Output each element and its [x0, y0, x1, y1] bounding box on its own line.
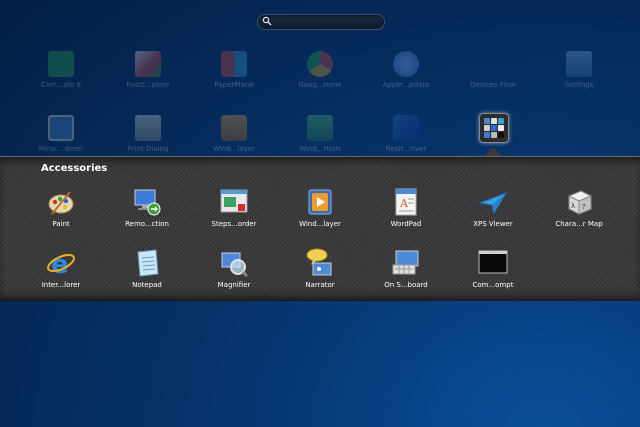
app-label: Wind...layer: [299, 220, 341, 228]
app-label: WordPad: [390, 220, 422, 228]
narrator-icon: [305, 248, 335, 278]
wordpad-icon: A: [391, 187, 421, 217]
bg-app-paperplane[interactable]: PaperPlane: [194, 51, 274, 89]
character-map-icon: λ ?: [564, 187, 594, 217]
folder-title: Accessories: [41, 163, 108, 174]
folder-mini-icon: [484, 132, 490, 138]
paperplane-icon: [221, 51, 247, 77]
app-label: Steps...order: [211, 220, 257, 228]
paint-icon: [46, 187, 76, 217]
app-internet-explorer[interactable]: e Inter...lorer: [16, 248, 106, 289]
realtek-icon: [393, 115, 419, 141]
app-label: On S...board: [384, 281, 428, 289]
bg-app-miracast[interactable]: Mirac...derer: [21, 115, 101, 153]
devices-flow-icon: [480, 51, 506, 77]
app-wordpad[interactable]: A WordPad: [361, 187, 451, 228]
bg-app-camtasia[interactable]: Cam...dio 8: [21, 51, 101, 89]
media-player-icon: [221, 115, 247, 141]
app-narrator[interactable]: Narrator: [275, 248, 365, 289]
internet-explorer-icon: e: [46, 248, 76, 280]
accessories-folder-icon[interactable]: [479, 113, 509, 143]
svg-text:A: A: [399, 197, 409, 210]
folder-mini-icon: [484, 118, 490, 124]
folder-mini-icon: [498, 132, 504, 138]
app-label: Paint: [52, 220, 70, 228]
miracast-icon: [48, 115, 74, 141]
bg-app-faststone[interactable]: FastS...plore: [108, 51, 188, 89]
background-app-grid: Cam...dio 8 FastS...plore PaperPlane Goo…: [0, 0, 640, 155]
bg-app-devices-flow[interactable]: Devices Flow: [453, 51, 533, 89]
apple-update-icon: [393, 51, 419, 77]
on-screen-keyboard-icon: [391, 248, 421, 278]
folder-mini-icon: [484, 125, 490, 131]
app-label: Magnifier: [217, 281, 251, 289]
app-magnifier[interactable]: Magnifier: [189, 248, 279, 289]
bg-app-apple-update[interactable]: Apple...pdate: [366, 51, 446, 89]
essentials-icon: [307, 115, 333, 141]
bg-app-realtek[interactable]: Realt...river: [366, 115, 446, 153]
svg-text:λ: λ: [571, 202, 575, 210]
folder-mini-icon: [491, 125, 497, 131]
app-label: Notepad: [132, 281, 162, 289]
folder-mini-icon: [491, 118, 497, 124]
app-notepad[interactable]: Notepad: [102, 248, 192, 289]
folder-mini-icon: [498, 118, 504, 124]
bg-app-settings[interactable]: Settings: [539, 51, 619, 89]
app-label: Inter...lorer: [41, 281, 81, 289]
app-on-screen-keyboard[interactable]: On S...board: [361, 248, 451, 289]
printer-icon: [135, 115, 161, 141]
bg-app-essentials[interactable]: Wind...rtials: [280, 115, 360, 153]
command-prompt-icon: [478, 248, 508, 278]
notepad-icon: [132, 248, 162, 278]
bg-app-print-dialog[interactable]: Print Dialog: [108, 115, 188, 153]
settings-icon: [566, 51, 592, 77]
remote-desktop-icon: [132, 187, 162, 217]
app-remote-desktop[interactable]: Remo...ction: [102, 187, 192, 228]
app-character-map[interactable]: λ ? Chara...r Map: [534, 187, 624, 228]
media-player-icon: [305, 187, 335, 217]
bg-app-media-player[interactable]: Wind...layer: [194, 115, 274, 153]
magnifier-icon: [219, 248, 249, 278]
app-label: Com...ompt: [472, 281, 514, 289]
app-label: XPS Viewer: [473, 220, 513, 228]
app-label: Narrator: [305, 281, 335, 289]
app-paint[interactable]: Paint: [16, 187, 106, 228]
app-command-prompt[interactable]: Com...ompt: [448, 248, 538, 289]
app-label: Chara...r Map: [555, 220, 603, 228]
app-label: Remo...ction: [125, 220, 169, 228]
app-xps-viewer[interactable]: XPS Viewer: [448, 187, 538, 228]
chrome-icon: [307, 51, 333, 77]
app-steps-recorder[interactable]: Steps...order: [189, 187, 279, 228]
bg-app-chrome[interactable]: Goog...rome: [280, 51, 360, 89]
camtasia-icon: [48, 51, 74, 77]
folder-mini-icon: [491, 132, 497, 138]
steps-recorder-icon: [219, 187, 249, 217]
faststone-icon: [135, 51, 161, 77]
app-media-player[interactable]: Wind...layer: [275, 187, 365, 228]
folder-mini-icon: [498, 125, 504, 131]
xps-viewer-icon: [478, 187, 508, 217]
svg-text:?: ?: [582, 203, 586, 211]
